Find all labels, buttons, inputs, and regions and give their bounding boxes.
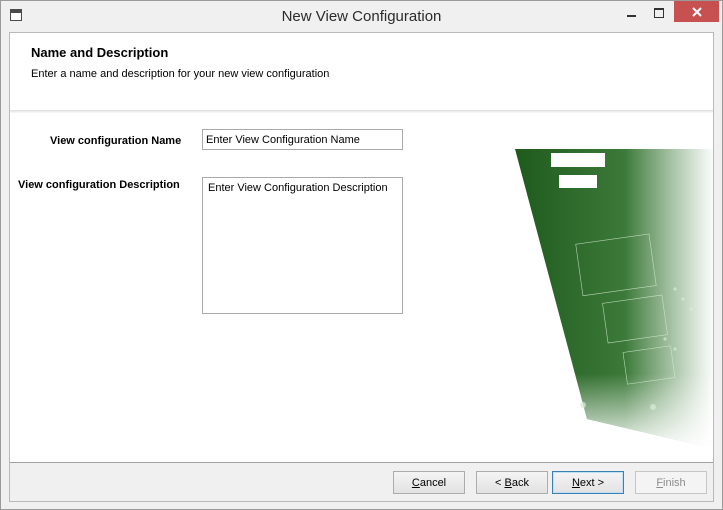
minimize-icon xyxy=(626,14,636,17)
maximize-icon xyxy=(654,7,664,18)
page-subtitle: Enter a name and description for your ne… xyxy=(31,68,330,80)
page-header: Name and Description Enter a name and de… xyxy=(10,33,713,111)
description-label: View configuration Description xyxy=(18,179,180,191)
page-title: Name and Description xyxy=(31,45,169,60)
maximize-button[interactable] xyxy=(646,2,672,23)
close-icon xyxy=(691,6,702,17)
name-label: View configuration Name xyxy=(50,135,182,147)
revision-label xyxy=(559,175,597,188)
name-input[interactable] xyxy=(202,129,403,150)
next-button[interactable]: Next > xyxy=(552,471,624,494)
form-area: View configuration Name View configurati… xyxy=(10,113,713,461)
cancel-label: ancel xyxy=(419,476,447,489)
circuit-board-image xyxy=(515,149,713,449)
minimize-button[interactable] xyxy=(618,2,644,23)
wizard-window: New View Configuration Name and Descript… xyxy=(0,0,723,510)
finish-button[interactable]: Finish xyxy=(635,471,707,494)
cancel-button[interactable]: Cancel xyxy=(393,471,465,494)
next-mnemonic: N xyxy=(571,476,580,489)
cancel-mnemonic: C xyxy=(411,476,420,489)
description-textarea[interactable]: Enter View Configuration Description xyxy=(202,177,403,314)
back-button[interactable]: < Back xyxy=(476,471,548,494)
next-label: ext > xyxy=(579,476,605,489)
back-mnemonic: B xyxy=(504,476,512,489)
title-bar[interactable]: New View Configuration xyxy=(1,1,722,32)
serial-number-label xyxy=(551,153,605,167)
button-bar: Cancel < Back Next > Finish xyxy=(10,462,713,501)
window-title: New View Configuration xyxy=(281,8,442,25)
close-button[interactable] xyxy=(674,1,719,22)
wizard-frame: Name and Description Enter a name and de… xyxy=(9,32,714,502)
back-prefix: < xyxy=(495,476,505,489)
finish-label: inish xyxy=(663,476,686,489)
finish-mnemonic: F xyxy=(656,476,664,489)
back-label: ack xyxy=(511,476,529,489)
